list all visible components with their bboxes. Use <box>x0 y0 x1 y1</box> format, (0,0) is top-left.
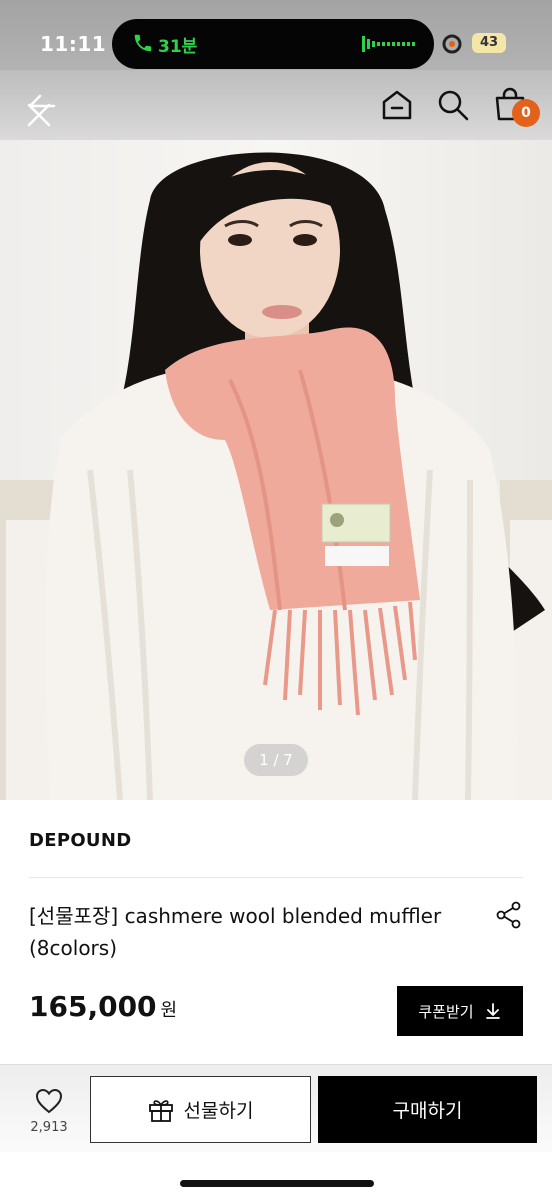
home-indicator[interactable] <box>180 1180 374 1187</box>
app-screen: 11:11 31분 43 0 1 / 7 DEPOUND [선물포장] cash… <box>0 0 552 1200</box>
cart-count-badge: 0 <box>512 99 540 127</box>
call-duration: 31분 <box>158 37 198 57</box>
search-icon[interactable] <box>436 88 470 122</box>
product-photo-illustration <box>0 152 552 800</box>
battery-indicator: 43 <box>472 33 506 53</box>
divider <box>29 877 523 878</box>
audio-wave-icon <box>362 36 415 52</box>
home-icon[interactable] <box>380 88 414 122</box>
coupon-button[interactable]: 쿠폰받기 <box>397 986 523 1036</box>
buy-button[interactable]: 구매하기 <box>318 1076 537 1143</box>
gift-button[interactable]: 선물하기 <box>90 1076 311 1143</box>
price-value: 165,000 <box>29 990 157 1023</box>
home-indicator-area <box>0 1152 552 1200</box>
dynamic-island[interactable]: 31분 <box>112 19 434 69</box>
product-title: [선물포장] cashmere wool blended muffler (8c… <box>29 904 442 960</box>
brand-name[interactable]: DEPOUND <box>29 830 131 851</box>
gift-icon <box>148 1099 173 1122</box>
like-button[interactable]: 2,913 <box>18 1088 80 1148</box>
buy-button-label: 구매하기 <box>392 1100 463 1122</box>
gallery-pager: 1 / 7 <box>244 744 308 776</box>
status-time: 11:11 <box>40 32 107 56</box>
price: 165,000 원 <box>29 990 177 1030</box>
gift-button-label: 선물하기 <box>183 1100 254 1122</box>
price-unit: 원 <box>160 1000 178 1021</box>
share-icon[interactable] <box>494 900 524 930</box>
phone-icon <box>134 34 152 52</box>
product-image[interactable] <box>0 140 552 800</box>
close-icon[interactable] <box>24 100 54 130</box>
like-count: 2,913 <box>30 1120 68 1135</box>
coupon-button-label: 쿠폰받기 <box>418 1002 474 1021</box>
download-icon <box>485 1003 500 1019</box>
heart-icon <box>35 1088 63 1114</box>
